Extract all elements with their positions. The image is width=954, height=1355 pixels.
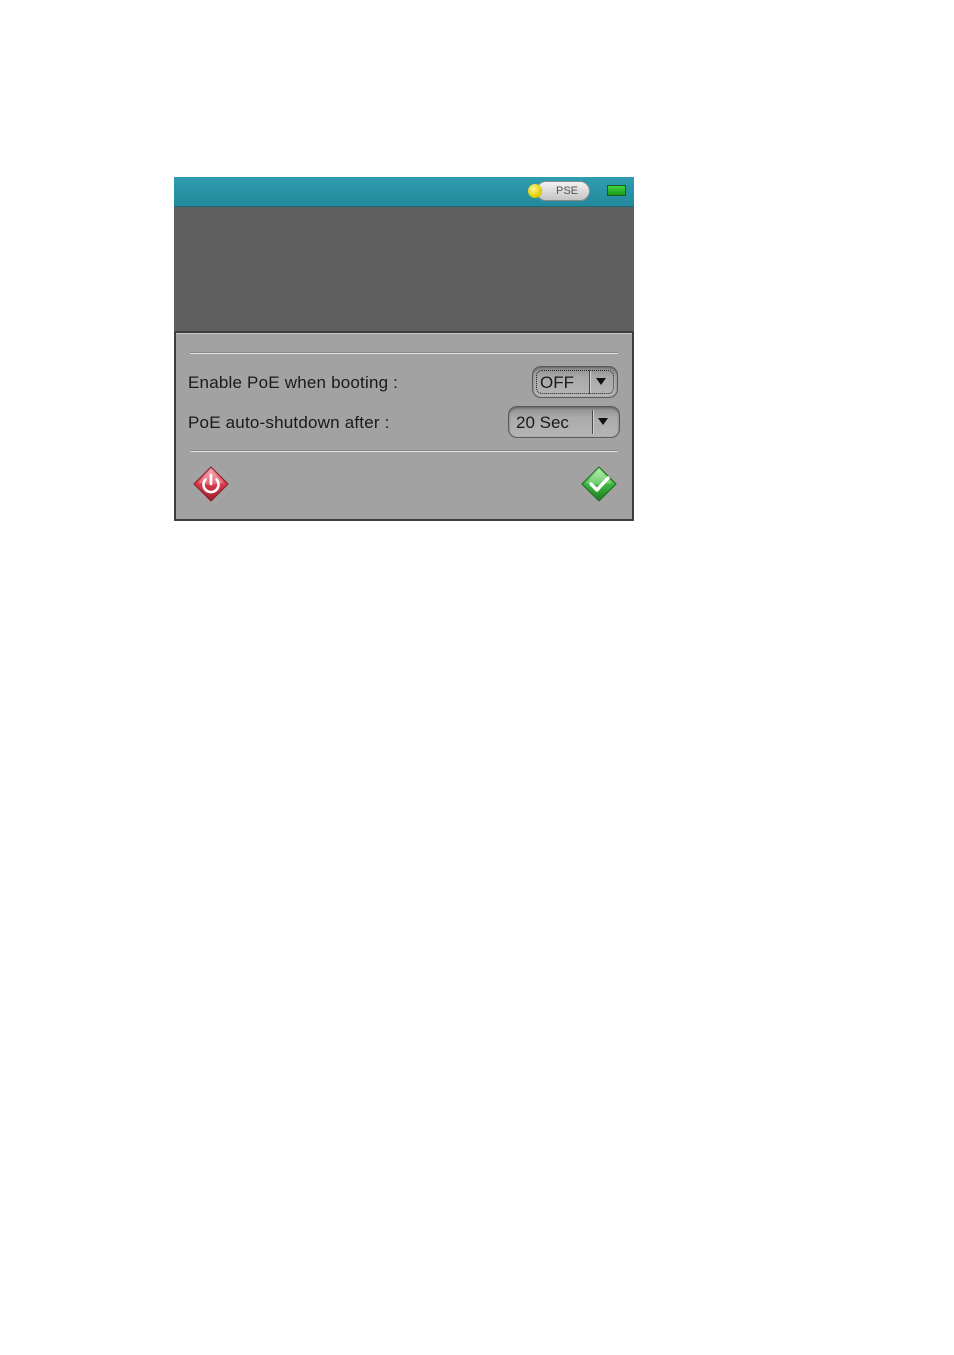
cancel-button[interactable] [191,465,231,505]
auto-shutdown-select[interactable]: 20 Sec [508,406,620,438]
enable-poe-label: Enable PoE when booting : [188,373,399,392]
pse-led-icon [528,184,542,198]
enable-poe-select[interactable]: OFF [532,366,618,398]
status-bar: PSE [174,177,634,207]
auto-shutdown-value: 20 Sec [516,413,569,432]
chevron-down-icon [598,418,608,425]
auto-shutdown-label: PoE auto-shutdown after : [188,413,390,432]
top-divider [190,352,618,354]
enable-poe-value: OFF [540,373,574,392]
battery-icon [607,185,626,196]
select-divider [589,370,590,394]
select-divider [592,410,593,434]
bottom-divider [190,450,618,452]
checkmark-confirm-icon [581,466,617,502]
power-cancel-icon [193,466,229,502]
poe-settings-dialog: Enable PoE when booting : OFF PoE auto-s… [174,331,634,521]
chevron-down-icon [596,378,606,385]
confirm-button[interactable] [579,465,619,505]
pse-mode-label: PSE [555,185,578,197]
pse-mode-indicator: PSE [536,181,590,201]
device-screen: PSE Enable PoE when booting : OFF PoE au… [174,177,634,521]
